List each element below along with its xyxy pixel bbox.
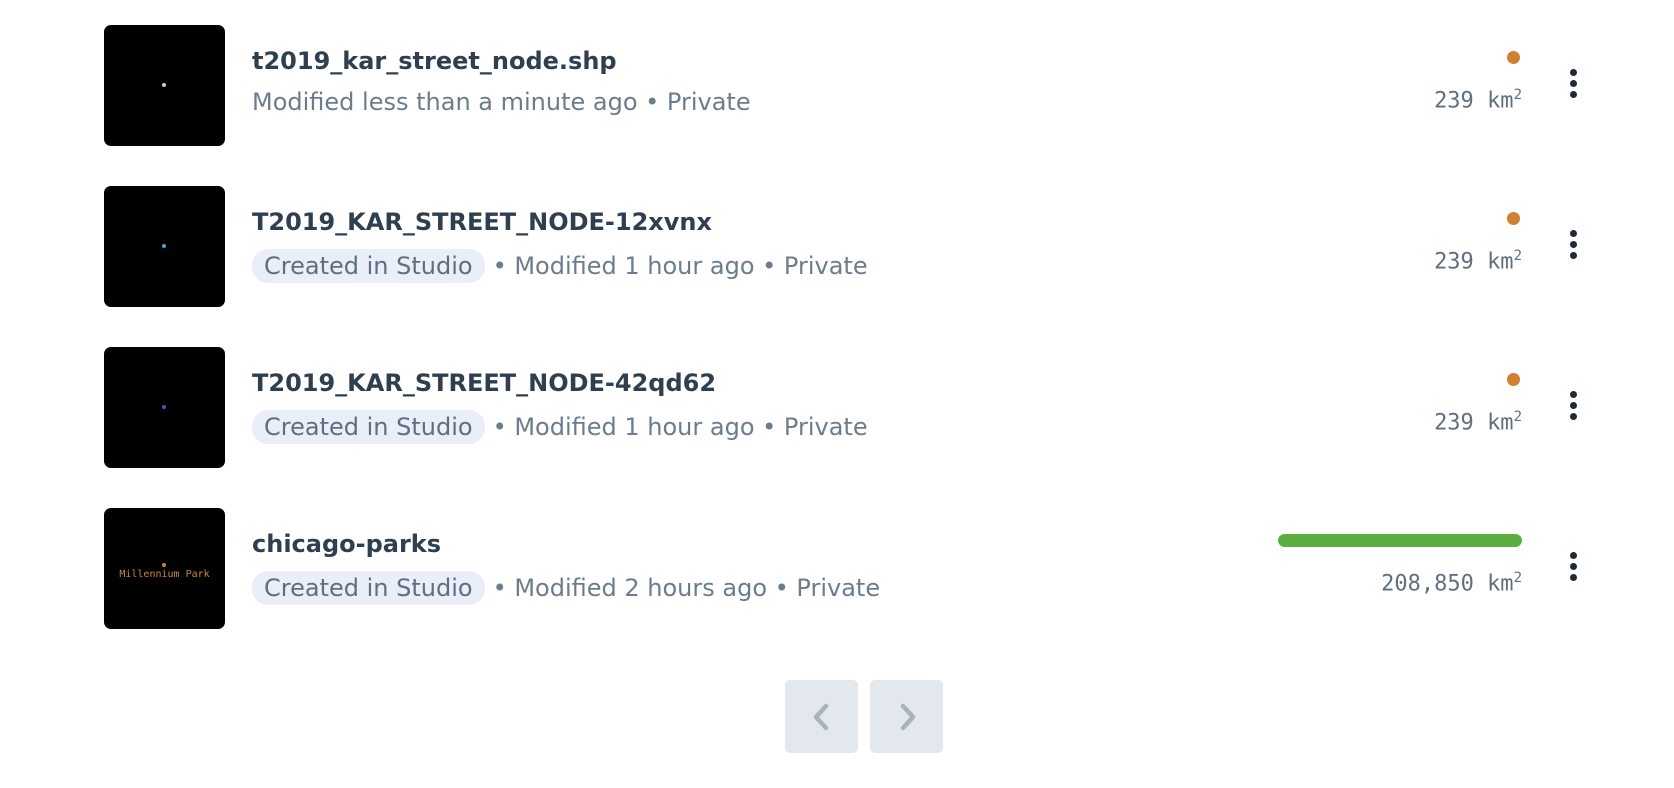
status-indicator-dot [1507, 373, 1520, 386]
dataset-meta: Modified less than a minute ago • Privat… [252, 88, 751, 116]
dataset-area: 208,850 km2 [1381, 570, 1522, 596]
chevron-right-icon [900, 703, 915, 730]
dataset-thumbnail[interactable] [104, 186, 225, 307]
dataset-thumbnail[interactable] [104, 347, 225, 468]
map-poi-label: Millennium Park [119, 569, 210, 580]
dataset-area: 239 km2 [1434, 409, 1522, 435]
map-point-marker [162, 405, 166, 409]
dataset-row[interactable]: t2019_kar_street_node.shp Modified less … [104, 25, 1594, 146]
upload-progress-bar [1278, 534, 1522, 547]
more-options-icon[interactable] [1558, 552, 1588, 588]
dataset-row[interactable]: Millennium Park chicago-parks Created in… [104, 508, 1594, 629]
dataset-meta-text: Modified less than a minute ago • Privat… [252, 88, 751, 116]
created-in-studio-badge: Created in Studio [252, 571, 485, 605]
area-unit: km [1487, 410, 1514, 436]
dataset-thumbnail[interactable] [104, 25, 225, 146]
dataset-name[interactable]: T2019_KAR_STREET_NODE-12xvnx [252, 208, 712, 236]
map-point-marker [162, 244, 166, 248]
area-unit-exponent: 2 [1513, 87, 1522, 103]
dataset-meta-text: • Modified 2 hours ago • Private [492, 574, 881, 602]
area-value: 239 [1434, 88, 1474, 114]
created-in-studio-badge: Created in Studio [252, 410, 485, 444]
area-unit-exponent: 2 [1513, 248, 1522, 264]
dataset-area: 239 km2 [1434, 87, 1522, 113]
status-indicator-dot [1507, 51, 1520, 64]
more-options-icon[interactable] [1558, 230, 1588, 266]
area-value: 239 [1434, 410, 1474, 436]
previous-page-button[interactable] [785, 680, 858, 753]
dataset-list: t2019_kar_street_node.shp Modified less … [104, 25, 1594, 669]
dataset-row[interactable]: T2019_KAR_STREET_NODE-12xvnx Created in … [104, 186, 1594, 307]
more-options-icon[interactable] [1558, 69, 1588, 105]
map-point-marker [162, 563, 166, 567]
pagination [785, 680, 943, 753]
area-unit: km [1487, 249, 1514, 275]
dataset-thumbnail[interactable]: Millennium Park [104, 508, 225, 629]
next-page-button[interactable] [870, 680, 943, 753]
dataset-meta-text: • Modified 1 hour ago • Private [492, 413, 868, 441]
status-indicator-dot [1507, 212, 1520, 225]
area-unit-exponent: 2 [1513, 570, 1522, 586]
area-unit: km [1487, 88, 1514, 114]
area-value: 239 [1434, 249, 1474, 275]
dataset-area: 239 km2 [1434, 248, 1522, 274]
chevron-left-icon [813, 703, 828, 730]
dataset-meta: Created in Studio • Modified 2 hours ago… [252, 571, 880, 605]
dataset-meta: Created in Studio • Modified 1 hour ago … [252, 410, 868, 444]
created-in-studio-badge: Created in Studio [252, 249, 485, 283]
dataset-name[interactable]: t2019_kar_street_node.shp [252, 47, 617, 75]
area-value: 208,850 [1381, 571, 1474, 597]
dataset-name[interactable]: T2019_KAR_STREET_NODE-42qd62 [252, 369, 716, 397]
area-unit-exponent: 2 [1513, 409, 1522, 425]
map-point-marker [162, 83, 166, 87]
dataset-meta-text: • Modified 1 hour ago • Private [492, 252, 868, 280]
area-unit: km [1487, 571, 1514, 597]
dataset-row[interactable]: T2019_KAR_STREET_NODE-42qd62 Created in … [104, 347, 1594, 468]
dataset-name[interactable]: chicago-parks [252, 530, 441, 558]
dataset-meta: Created in Studio • Modified 1 hour ago … [252, 249, 868, 283]
more-options-icon[interactable] [1558, 391, 1588, 427]
upload-progress-fill [1278, 534, 1522, 547]
